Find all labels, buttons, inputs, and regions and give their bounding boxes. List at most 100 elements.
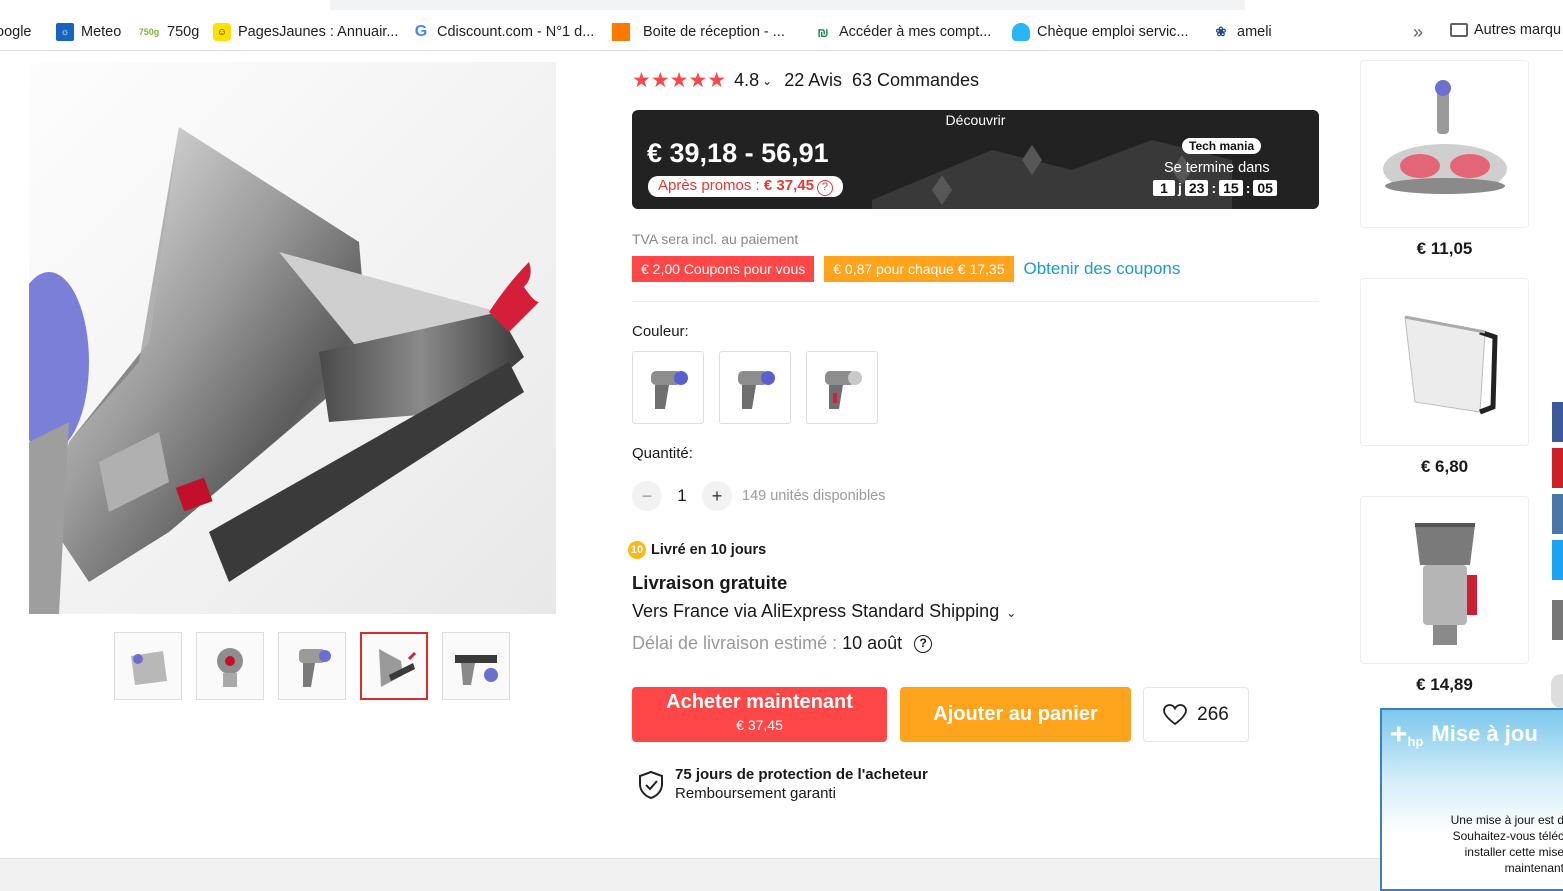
bookmark-cesu[interactable]: Chèque emploi servic...	[1012, 22, 1189, 42]
share-vk-button[interactable]	[1552, 494, 1563, 534]
main-product-image[interactable]	[29, 62, 556, 614]
help-icon[interactable]: ?	[816, 180, 833, 196]
share-pinterest-button[interactable]	[1552, 448, 1563, 488]
hp-title-text: Mise à jou	[1431, 720, 1538, 746]
thumbnail-image	[379, 649, 417, 687]
thumbnail-image	[217, 648, 243, 687]
pagesjaunes-icon: ☺	[213, 23, 231, 41]
more-bookmarks-icon[interactable]: »	[1413, 22, 1423, 43]
recommended-item-2[interactable]: € 6,80	[1360, 278, 1529, 477]
delivery-estimate: Délai de livraison estimé : 10 août ?	[632, 633, 933, 654]
mop-head-image	[1382, 80, 1507, 194]
protection-subtitle: Remboursement garanti	[675, 785, 836, 802]
quantity-label: Quantité:	[632, 445, 693, 462]
thumbnail-3[interactable]	[278, 632, 346, 700]
hp-brand: hp	[1407, 734, 1424, 750]
thumbnail-1[interactable]	[114, 632, 182, 700]
docking-holder-image	[1403, 315, 1498, 415]
shipping-method[interactable]: Vers France via AliExpress Standard Ship…	[632, 601, 1016, 622]
timer-minutes: 15	[1219, 180, 1243, 196]
reviews-count[interactable]: 22 Avis	[784, 70, 842, 91]
plus-icon: +	[1390, 718, 1408, 751]
tab-strip-edge	[330, 0, 1245, 10]
color-swatch-image	[738, 370, 775, 409]
scroll-top-button[interactable]	[1551, 674, 1563, 708]
color-label: Couleur:	[632, 323, 689, 340]
quantity-value[interactable]: 1	[662, 486, 702, 506]
bookmark-meteo[interactable]: ☼ Meteo	[56, 22, 121, 42]
recommended-item-image	[1360, 278, 1529, 446]
bookmark-750g[interactable]: 750g 750g	[138, 22, 199, 42]
buy-now-price: € 37,45	[736, 717, 783, 733]
coupon-select[interactable]: € 0,87 pour chaque € 17,35	[824, 256, 1014, 282]
color-swatch-image	[651, 370, 688, 409]
color-option-3[interactable]	[806, 351, 878, 424]
hp-popup-title: +hp Mise à jou	[1390, 718, 1538, 752]
color-option-2[interactable]	[719, 351, 791, 424]
share-twitter-button[interactable]	[1552, 540, 1563, 580]
delivery-badge: 10 Livré en 10 jours	[628, 541, 766, 559]
increase-quantity-button[interactable]: +	[702, 481, 732, 511]
ends-label: Se termine dans	[1164, 160, 1270, 176]
color-swatch-image	[825, 370, 862, 409]
coupon-store[interactable]: € 2,00 Coupons pour vous	[632, 256, 815, 282]
cesu-icon	[1012, 23, 1030, 41]
google-g-icon: G	[412, 23, 430, 41]
decrease-quantity-button[interactable]: −	[632, 481, 662, 511]
quantity-stepper: − 1 + 149 unités disponibles	[632, 481, 886, 511]
recommended-item-1[interactable]: € 11,05	[1360, 60, 1529, 259]
hp-update-popup[interactable]: +hp Mise à jou Une mise à jour est d Souh…	[1380, 708, 1563, 891]
chevron-down-icon: ⌄	[1006, 606, 1017, 620]
hp-popup-message: Une mise à jour est d Souhaitez-vous tél…	[1450, 813, 1563, 875]
countdown-timer: 1 j 23: 15: 05	[1150, 180, 1280, 196]
divider	[632, 301, 1319, 302]
thumbnail-5[interactable]	[442, 632, 510, 700]
bookmark-ameli[interactable]: ❀ ameli	[1212, 22, 1272, 42]
delivery-estimate-label: Délai de livraison estimé :	[632, 633, 838, 653]
shipping-title: Livraison gratuite	[632, 572, 788, 593]
bookmark-orange-mail[interactable]: Boite de réception - ...	[612, 22, 785, 42]
buy-now-label: Acheter maintenant	[666, 691, 853, 713]
recommended-item-price: € 6,80	[1420, 457, 1469, 476]
rating-row: ★★★★★ 4.8 ⌄ 22 Avis 63 Commandes	[632, 68, 979, 93]
add-to-cart-button[interactable]: Ajouter au panier	[900, 687, 1131, 742]
bookmark-pagesjaunes[interactable]: ☺ PagesJaunes : Annuair...	[213, 22, 398, 42]
tva-notice: TVA sera incl. au paiement	[632, 231, 799, 247]
chevron-down-icon[interactable]: ⌄	[762, 74, 772, 88]
recommended-item-price: € 14,89	[1416, 675, 1473, 694]
price-range: € 39,18 - 56,91	[647, 138, 829, 168]
orange-icon	[612, 23, 630, 41]
shipping-method-text: Vers France via AliExpress Standard Ship…	[632, 601, 1000, 621]
after-promo-label: Après promos :	[658, 177, 764, 194]
bank-icon: ₪	[814, 23, 832, 41]
bookmark-bank[interactable]: ₪ Accéder à mes compt...	[814, 22, 991, 42]
share-more-button[interactable]	[1552, 600, 1563, 640]
thumbnail-4-selected[interactable]	[360, 632, 428, 700]
timer-hours: 23	[1184, 180, 1209, 196]
coupons-row: € 2,00 Coupons pour vous € 0,87 pour cha…	[632, 256, 1180, 282]
delivery-speed-icon: 10	[628, 541, 646, 559]
timer-day-unit: j	[1178, 180, 1182, 196]
promo-banner[interactable]: Découvrir € 39,18 - 56,91 Après promos :…	[632, 110, 1319, 209]
rating-value[interactable]: 4.8	[734, 70, 759, 91]
meteo-icon: ☼	[56, 23, 74, 41]
recommended-item-3[interactable]: € 14,89	[1360, 496, 1529, 695]
bookmark-google[interactable]: oogle	[0, 22, 31, 42]
share-facebook-button[interactable]	[1552, 402, 1563, 442]
get-coupons-link[interactable]: Obtenir des coupons	[1024, 259, 1181, 279]
after-promo-pill[interactable]: Après promos : € 37,45?	[648, 176, 843, 197]
wishlist-button[interactable]: 266	[1143, 687, 1249, 742]
buyer-protection: 75 jours de protection de l'acheteur Rem…	[638, 766, 928, 802]
folder-icon	[1450, 23, 1468, 37]
after-promo-price: € 37,45	[763, 177, 814, 194]
buy-now-button[interactable]: Acheter maintenant € 37,45	[632, 687, 887, 742]
color-option-1[interactable]	[632, 351, 704, 424]
help-icon[interactable]: ?	[914, 634, 933, 653]
other-bookmarks-folder[interactable]: Autres marqu	[1450, 22, 1561, 38]
thumbnail-image	[455, 655, 498, 685]
orders-count: 63 Commandes	[851, 70, 980, 90]
thumbnail-2[interactable]	[196, 632, 264, 700]
thumbnail-image	[131, 651, 167, 685]
bookmark-cdiscount[interactable]: G Cdiscount.com - N°1 d...	[412, 22, 594, 42]
wishlist-count: 266	[1197, 703, 1229, 725]
